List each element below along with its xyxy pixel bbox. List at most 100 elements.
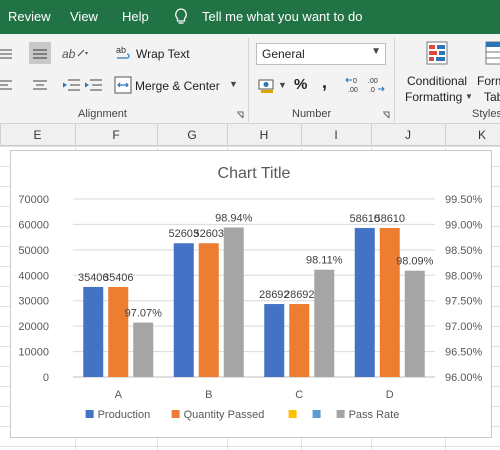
conditional-dropdown-icon[interactable]: ▼ (465, 92, 473, 101)
y-axis-tick-label: 70000 (18, 194, 49, 206)
column-header-k[interactable]: K (445, 128, 500, 142)
legend-label: Production (98, 409, 151, 421)
x-axis-tick-label: D (386, 389, 394, 401)
column-chart: Chart Title 0 10000 20000 30000 40000 50000 600… (18, 165, 483, 421)
alignment-launcher-icon[interactable] (236, 111, 244, 119)
y2-axis-tick-label: 99.50% (445, 194, 483, 206)
data-label: 97.07% (125, 308, 163, 320)
bar (173, 243, 194, 377)
table-label[interactable]: Tab (484, 90, 500, 104)
ribbon-separator (394, 38, 395, 122)
formatting-label[interactable]: Formatting (405, 90, 462, 104)
legend-swatch (336, 410, 345, 418)
align-middle-icon[interactable] (29, 42, 51, 64)
menu-bar: Review View Help Tell me what you want t… (0, 0, 500, 34)
legend-label: Quantity Passed (184, 409, 265, 421)
chart-object[interactable]: Chart Title 0 10000 20000 30000 40000 50000 600… (10, 150, 492, 438)
y2-axis-tick-label: 97.00% (445, 321, 483, 333)
data-label: 58610 (374, 213, 405, 225)
bar (354, 227, 375, 377)
y-axis-tick-label: 0 (43, 372, 49, 384)
x-axis-tick-label: C (295, 389, 303, 401)
merge-center-icon[interactable] (114, 76, 132, 94)
y-axis-tick-label: 20000 (18, 321, 49, 333)
chevron-down-icon: ▼ (371, 46, 381, 57)
decrease-decimal-icon[interactable]: .00 .0 (368, 76, 386, 94)
chart-title: Chart Title (218, 165, 291, 182)
align-center-icon[interactable] (33, 78, 49, 92)
y-axis-tick-label: 50000 (18, 245, 49, 257)
data-label: 98.94% (215, 212, 253, 224)
number-launcher-icon[interactable] (382, 111, 390, 119)
decrease-indent-icon[interactable] (62, 78, 80, 92)
menu-review[interactable]: Review (8, 9, 51, 24)
conditional-formatting-icon[interactable] (425, 40, 451, 68)
bar (289, 304, 310, 377)
currency-format-icon[interactable] (258, 76, 276, 94)
y-axis-tick-label: 30000 (18, 296, 49, 308)
bar (264, 304, 285, 377)
column-header-j[interactable]: J (371, 128, 445, 142)
comma-style-button[interactable]: , (322, 72, 327, 93)
svg-text:.0: .0 (369, 87, 375, 94)
column-header-g[interactable]: G (157, 128, 227, 142)
ribbon-separator (248, 38, 249, 122)
bar (198, 243, 219, 377)
y2-axis-tick-label: 96.00% (445, 372, 483, 384)
increase-decimal-icon[interactable]: 0 .00 (345, 76, 363, 94)
menu-help[interactable]: Help (122, 9, 149, 24)
bar (404, 270, 425, 377)
column-header-f[interactable]: F (75, 128, 157, 142)
legend-swatch (288, 410, 297, 418)
column-header-h[interactable]: H (227, 128, 301, 142)
align-top-icon[interactable] (0, 46, 16, 62)
increase-indent-icon[interactable] (84, 78, 102, 92)
data-label: 52603 (193, 228, 224, 240)
alignment-group-label: Alignment (78, 108, 127, 120)
lightbulb-icon (175, 8, 187, 24)
align-left-icon[interactable] (0, 78, 16, 92)
menu-view[interactable]: View (70, 9, 98, 24)
y2-axis-tick-label: 98.00% (445, 270, 483, 282)
currency-dropdown-icon[interactable]: ▼ (278, 80, 287, 90)
svg-text:ab: ab (62, 47, 76, 61)
column-header-e[interactable]: E (0, 128, 75, 142)
y-axis-tick-label: 10000 (18, 347, 49, 359)
svg-text:.00: .00 (348, 87, 358, 94)
conditional-formatting-label[interactable]: Conditional (407, 74, 467, 88)
number-format-value: General (262, 47, 305, 61)
styles-group-label: Styles (472, 108, 500, 120)
wrap-text-icon[interactable]: ab (116, 44, 132, 62)
y2-axis-tick-label: 97.50% (445, 296, 483, 308)
legend-swatch (312, 410, 321, 418)
svg-text:0: 0 (353, 78, 357, 85)
y2-axis-tick-label: 98.50% (445, 245, 483, 257)
bar (108, 286, 129, 377)
bar (133, 322, 154, 377)
tell-me-search[interactable]: Tell me what you want to do (202, 9, 362, 24)
merge-center-button[interactable]: Merge & Center (135, 79, 220, 93)
column-headers: E F G H I J K (0, 124, 500, 146)
y2-axis-tick-label: 99.00% (445, 219, 483, 231)
ribbon: ab ab Wrap Text Merge & Center ▼ Alignme… (0, 34, 500, 124)
x-axis-tick-label: A (115, 389, 123, 401)
data-label: 98.09% (396, 256, 434, 268)
bar (379, 227, 400, 377)
format-as-table-icon[interactable] (484, 40, 500, 68)
data-label: 98.11% (306, 255, 343, 267)
legend-swatch (85, 410, 94, 418)
legend-label: Pass Rate (349, 409, 400, 421)
format-as-table-label[interactable]: Form (477, 74, 500, 88)
wrap-text-button[interactable]: Wrap Text (136, 47, 190, 61)
data-label: 28692 (284, 289, 315, 301)
bar (83, 286, 104, 377)
y2-axis-tick-label: 96.50% (445, 347, 483, 359)
orientation-icon[interactable]: ab (62, 44, 90, 62)
y-axis-tick-label: 60000 (18, 219, 49, 231)
merge-dropdown-icon[interactable]: ▼ (229, 79, 238, 89)
x-axis-tick-label: B (205, 389, 212, 401)
bar (314, 269, 335, 377)
column-header-i[interactable]: I (301, 128, 371, 142)
percent-style-button[interactable]: % (294, 76, 307, 93)
number-format-dropdown[interactable]: General ▼ (256, 43, 386, 65)
